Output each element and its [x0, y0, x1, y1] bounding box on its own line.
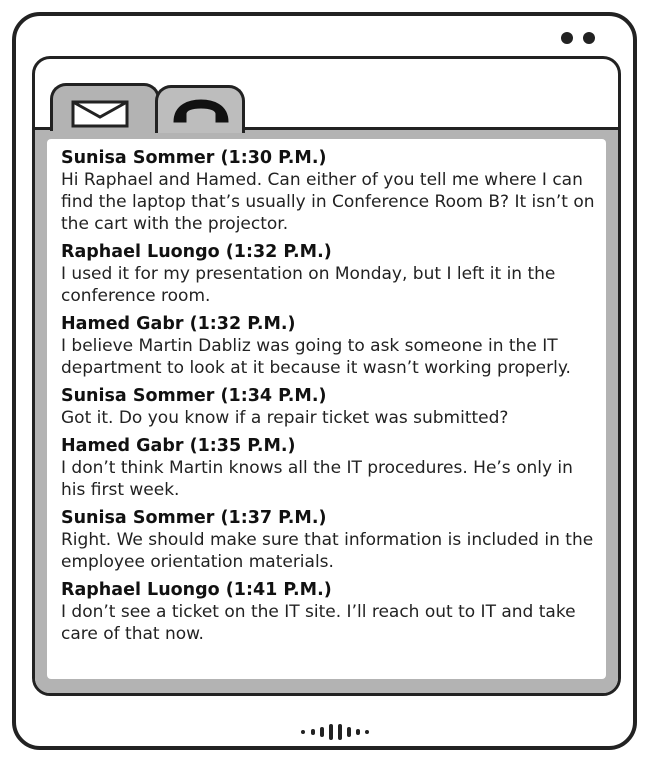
message-list: Sunisa Sommer (1:30 P.M.) Hi Raphael and …: [47, 139, 606, 679]
message-time: (1:30 P.M.): [220, 148, 327, 168]
sender-name: Raphael Luongo: [61, 242, 220, 262]
message-header: Hamed Gabr (1:32 P.M.): [61, 313, 596, 335]
message-time: (1:32 P.M.): [225, 242, 332, 262]
indicator-dot: [583, 32, 595, 44]
chat-window: Sunisa Sommer (1:30 P.M.) Hi Raphael and …: [32, 56, 621, 696]
message-header: Raphael Luongo (1:32 P.M.): [61, 241, 596, 263]
phone-icon: [173, 99, 229, 123]
message-item: Sunisa Sommer (1:30 P.M.) Hi Raphael and …: [61, 147, 596, 235]
message-header: Raphael Luongo (1:41 P.M.): [61, 579, 596, 601]
sender-name: Sunisa Sommer: [61, 386, 215, 406]
tab-mail[interactable]: [50, 83, 160, 131]
sender-name: Hamed Gabr: [61, 436, 184, 456]
message-item: Raphael Luongo (1:41 P.M.) I don’t see a …: [61, 579, 596, 645]
message-header: Sunisa Sommer (1:37 P.M.): [61, 507, 596, 529]
speaker-grille-icon: [301, 724, 369, 740]
message-text: Right. We should make sure that informat…: [61, 530, 594, 572]
mail-icon: [71, 100, 129, 128]
message-text: I believe Martin Dabliz was going to ask…: [61, 336, 571, 378]
message-header: Hamed Gabr (1:35 P.M.): [61, 435, 596, 457]
device-frame: Sunisa Sommer (1:30 P.M.) Hi Raphael and …: [12, 12, 637, 750]
message-text: I don’t think Martin knows all the IT pr…: [61, 458, 573, 500]
message-item: Sunisa Sommer (1:37 P.M.) Right. We shoul…: [61, 507, 596, 573]
message-time: (1:35 P.M.): [189, 436, 296, 456]
tab-phone[interactable]: [155, 85, 245, 133]
message-item: Hamed Gabr (1:32 P.M.) I believe Martin D…: [61, 313, 596, 379]
message-item: Sunisa Sommer (1:34 P.M.) Got it. Do you …: [61, 385, 596, 429]
message-text: Got it. Do you know if a repair ticket w…: [61, 408, 509, 428]
message-header: Sunisa Sommer (1:34 P.M.): [61, 385, 596, 407]
message-text: I used it for my presentation on Monday,…: [61, 264, 556, 306]
sender-name: Raphael Luongo: [61, 580, 220, 600]
indicator-dot: [561, 32, 573, 44]
message-item: Raphael Luongo (1:32 P.M.) I used it for …: [61, 241, 596, 307]
message-item: Hamed Gabr (1:35 P.M.) I don’t think Mart…: [61, 435, 596, 501]
message-header: Sunisa Sommer (1:30 P.M.): [61, 147, 596, 169]
message-text: Hi Raphael and Hamed. Can either of you …: [61, 170, 595, 234]
sender-name: Sunisa Sommer: [61, 148, 215, 168]
message-text: I don’t see a ticket on the IT site. I’l…: [61, 602, 576, 644]
sender-name: Sunisa Sommer: [61, 508, 215, 528]
sender-name: Hamed Gabr: [61, 314, 184, 334]
message-time: (1:37 P.M.): [220, 508, 327, 528]
message-time: (1:41 P.M.): [225, 580, 332, 600]
message-time: (1:34 P.M.): [220, 386, 327, 406]
message-time: (1:32 P.M.): [189, 314, 296, 334]
